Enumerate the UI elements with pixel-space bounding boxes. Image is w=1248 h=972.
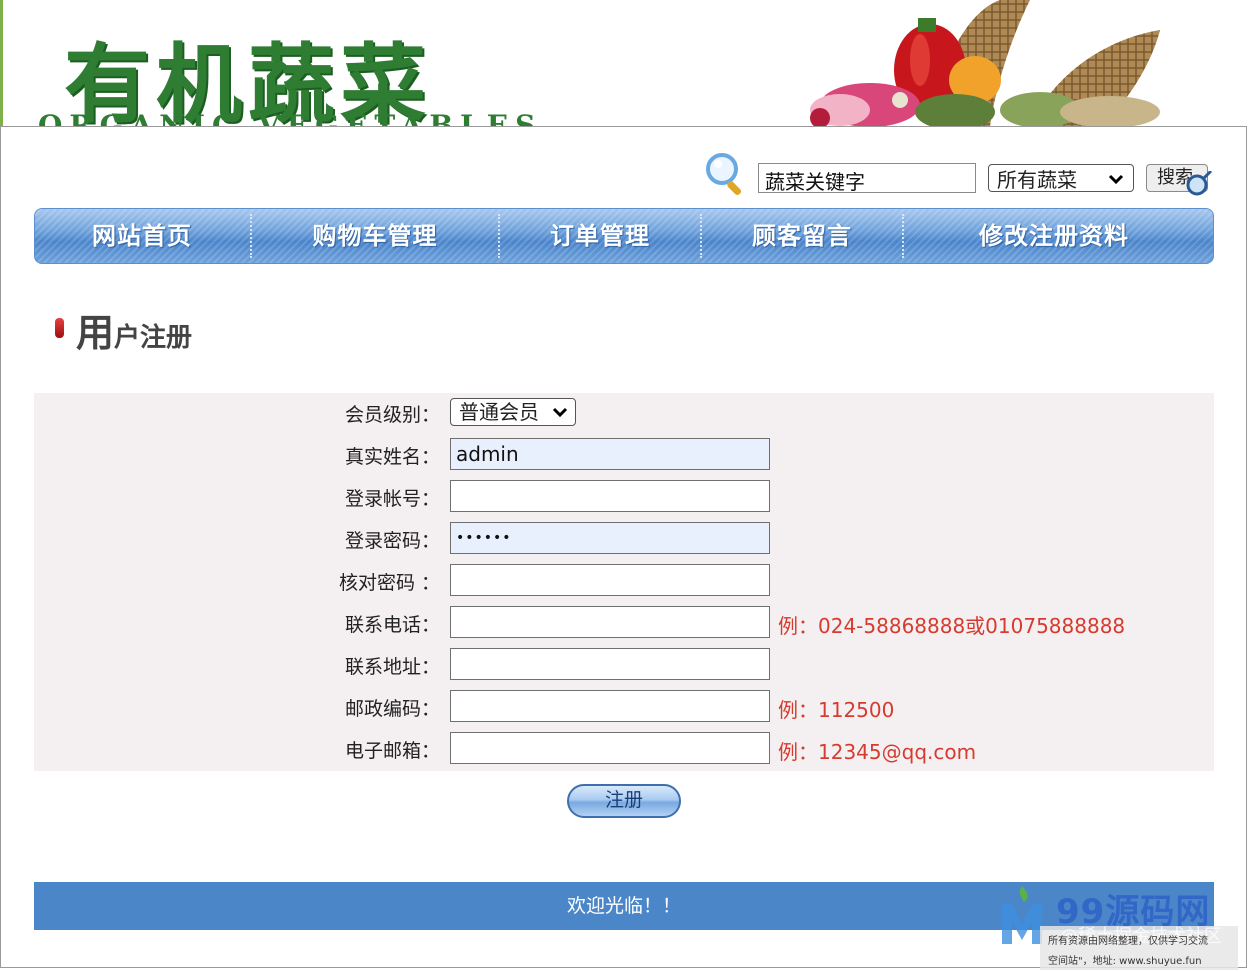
zip-label: 邮政编码： (344, 698, 440, 720)
account-label: 登录帐号： (344, 488, 440, 510)
confirm-password-label: 核对密码 ： (338, 572, 440, 594)
nav-item-orders[interactable]: 订单管理 (500, 208, 700, 264)
zip-hint: 例：112500 (778, 698, 895, 722)
nav-item-edit-profile[interactable]: 修改注册资料 (904, 208, 1204, 264)
search-button[interactable]: 搜索 (1146, 164, 1213, 196)
phone-hint: 例：024-58868888或01075888888 (778, 614, 1126, 638)
address-input[interactable] (450, 648, 770, 680)
keyword-search-input[interactable]: 蔬菜关键字 (758, 163, 976, 194)
realname-input[interactable]: admin (450, 438, 770, 470)
banner-accent-line (0, 0, 3, 127)
realname-label: 真实姓名： (344, 446, 440, 468)
magnifier-icon (706, 153, 742, 196)
search-magnifier-icon (1186, 171, 1213, 196)
chevron-down-icon (1108, 174, 1124, 185)
heading-marker (55, 318, 64, 338)
page-title: 用户注册 (76, 302, 192, 357)
watermark-line-2: 空间站"，地址: www.shuyue.fun (1048, 956, 1202, 967)
member-level-value: 普通会员 (459, 400, 539, 424)
chevron-down-icon (552, 407, 568, 418)
member-level-select[interactable]: 普通会员 (450, 398, 576, 426)
confirm-password-input[interactable] (450, 564, 770, 596)
password-input[interactable]: •••••• (450, 522, 770, 554)
page-title-first: 用 (76, 311, 115, 355)
level-label: 会员级别： (344, 404, 440, 426)
zip-input[interactable] (450, 690, 770, 722)
nav-item-messages[interactable]: 顾客留言 (702, 208, 902, 264)
email-input[interactable] (450, 732, 770, 764)
account-input[interactable] (450, 480, 770, 512)
email-label: 电子邮箱： (344, 740, 440, 762)
vegetable-basket-image (810, 0, 1160, 127)
header-banner: 有机蔬菜 ORGANIC VEGETABLES (0, 0, 1248, 135)
site-logo-en: ORGANIC VEGETABLES (38, 112, 542, 127)
nav-item-cart[interactable]: 购物车管理 (252, 208, 498, 264)
page-title-rest: 户注册 (114, 323, 193, 353)
nav-item-home[interactable]: 网站首页 (34, 208, 250, 264)
phone-input[interactable] (450, 606, 770, 638)
password-label: 登录密码： (344, 530, 440, 552)
category-select[interactable]: 所有蔬菜 (988, 164, 1134, 192)
email-hint: 例：12345@qq.com (778, 740, 977, 764)
category-select-value: 所有蔬菜 (997, 167, 1077, 192)
main-nav: 网站首页 购物车管理 订单管理 顾客留言 修改注册资料 (34, 208, 1214, 264)
register-button[interactable]: 注册 (567, 784, 681, 818)
address-label: 联系地址： (344, 656, 440, 678)
watermark-line-1: 所有资源由网络整理，仅供学习交流 (1048, 936, 1208, 947)
phone-label: 联系电话： (344, 614, 440, 636)
